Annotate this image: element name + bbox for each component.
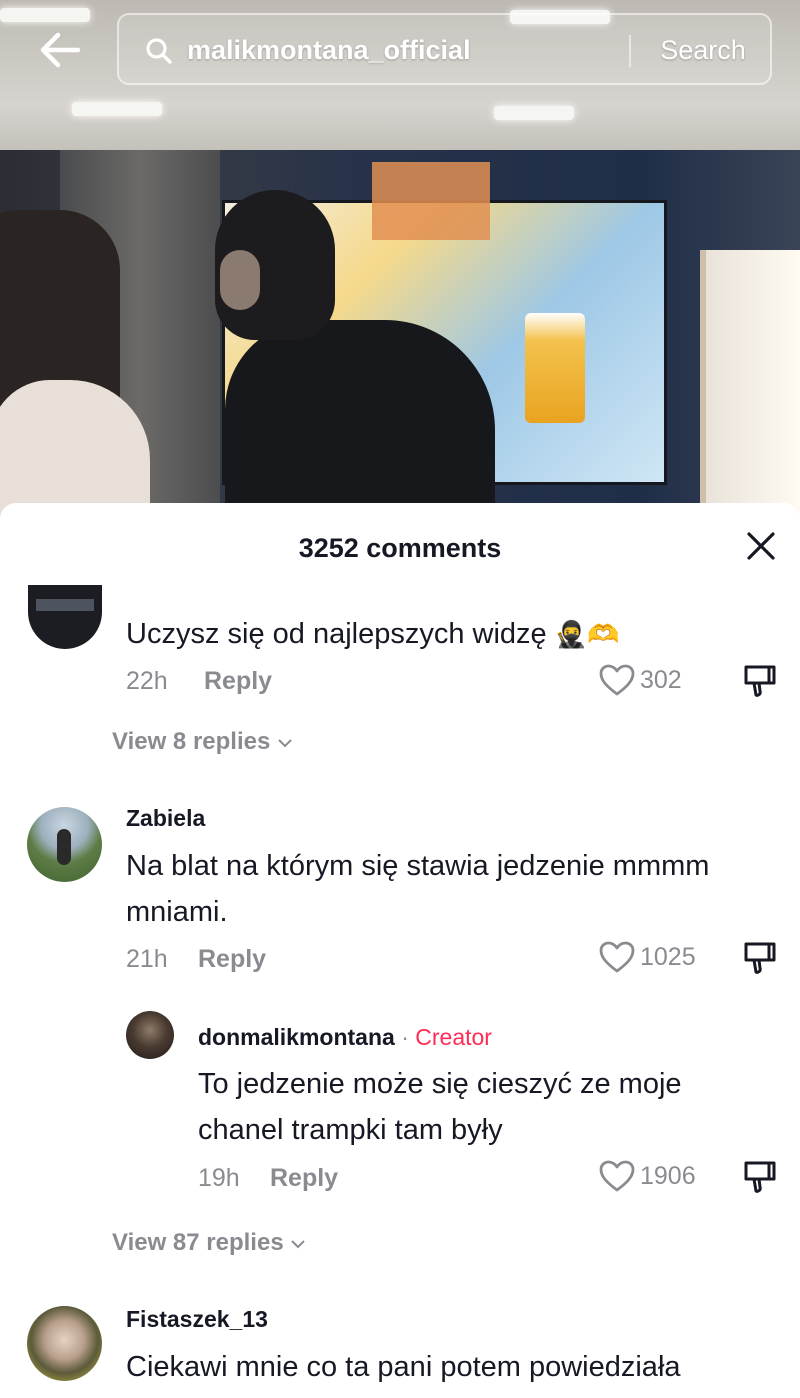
comments-count-title: 3252 comments	[298, 533, 502, 563]
search-divider	[629, 35, 631, 67]
close-icon[interactable]	[740, 525, 782, 567]
dislike-icon[interactable]	[742, 940, 778, 976]
video-light	[72, 102, 162, 116]
comment-emoji: 🥷🫶	[554, 620, 620, 650]
back-button[interactable]	[36, 26, 84, 74]
avatar[interactable]	[27, 807, 102, 882]
view-replies-label: View 87 replies	[112, 1229, 284, 1256]
reply-button[interactable]: Reply	[204, 667, 272, 696]
comment-time: 22h	[126, 667, 168, 695]
separator-dot: ·	[401, 1024, 409, 1050]
video-light	[0, 8, 90, 22]
comment-username[interactable]: Zabiela	[126, 805, 205, 832]
avatar[interactable]	[126, 1011, 174, 1059]
dislike-icon[interactable]	[742, 1159, 778, 1195]
video-person-face	[220, 250, 260, 310]
like-count: 1906	[640, 1161, 696, 1190]
comment-text: Ciekawi mnie co ta pani potem powiedział…	[126, 1351, 681, 1383]
avatar-graphic	[36, 599, 94, 611]
search-bar[interactable]: Search	[117, 13, 772, 85]
like-button[interactable]: 1025	[598, 940, 696, 974]
view-replies-button[interactable]: View 8 replies	[112, 728, 293, 756]
video-door	[700, 250, 800, 520]
comment-text: Uczysz się od najlepszych widzę 🥷🫶	[126, 611, 619, 658]
creator-badge: Creator	[415, 1024, 492, 1050]
comment-text: Na blat na którym się stawia jedzenie mm…	[126, 850, 710, 882]
comment-username[interactable]: Fistaszek_13	[126, 1306, 268, 1333]
heart-icon	[599, 1160, 635, 1192]
video-person-body	[225, 320, 495, 520]
dislike-icon[interactable]	[742, 663, 778, 699]
view-replies-label: View 8 replies	[112, 728, 271, 755]
reply-text-line2: chanel trampki tam były	[198, 1114, 503, 1146]
reply-text: To jedzenie może się cieszyć ze moje	[198, 1068, 682, 1100]
comment-text-line2: mniami.	[126, 896, 228, 928]
chevron-down-icon	[278, 739, 292, 748]
comment-text-body: Uczysz się od najlepszych widzę	[126, 618, 547, 650]
avatar[interactable]	[28, 585, 102, 649]
video-drink	[525, 313, 585, 423]
like-count: 302	[640, 665, 682, 694]
like-button[interactable]: 1906	[598, 1159, 696, 1193]
video-light	[494, 106, 574, 120]
heart-icon	[599, 664, 635, 696]
like-button[interactable]: 302	[598, 663, 682, 697]
comment-time: 21h	[126, 945, 168, 973]
search-icon	[146, 38, 172, 64]
search-button[interactable]: Search	[639, 29, 767, 71]
comments-sheet: 3252 comments Uczysz się od najlepszych …	[0, 503, 800, 1398]
reply-time: 19h	[198, 1164, 240, 1192]
video-sign	[372, 162, 490, 240]
like-count: 1025	[640, 942, 696, 971]
reply-button[interactable]: Reply	[198, 945, 266, 974]
reply-username[interactable]: donmalikmontana · Creator	[198, 1024, 492, 1051]
view-replies-button[interactable]: View 87 replies	[112, 1229, 306, 1257]
search-input[interactable]	[187, 31, 617, 69]
reply-username-text: donmalikmontana	[198, 1024, 395, 1050]
reply-button[interactable]: Reply	[270, 1164, 338, 1193]
avatar[interactable]	[27, 1306, 102, 1381]
heart-icon	[599, 941, 635, 973]
back-arrow-icon	[40, 32, 81, 68]
avatar-figure	[57, 829, 71, 865]
chevron-down-icon	[291, 1240, 306, 1249]
